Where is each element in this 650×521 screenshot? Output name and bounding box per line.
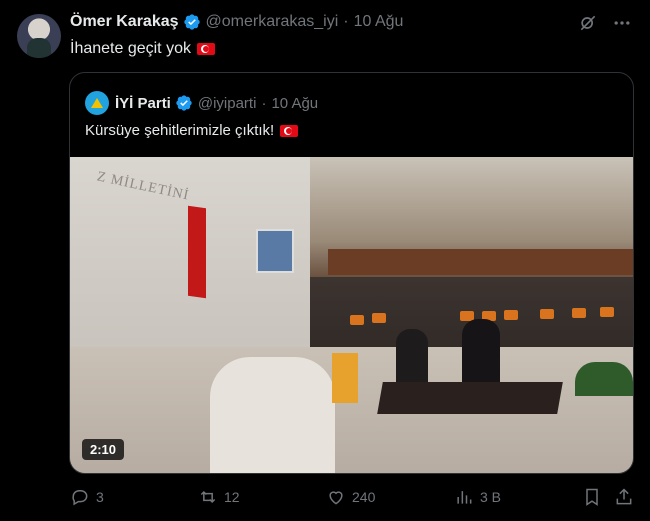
quoted-author-handle[interactable]: @iyiparti bbox=[198, 95, 257, 112]
tweet-text-content: İhanete geçit yok bbox=[70, 40, 191, 57]
quoted-tweet-header: İYİ Parti @iyiparti · 10 Ağu bbox=[85, 91, 318, 115]
tweet-text: İhanete geçit yok bbox=[70, 40, 215, 58]
video-scene-screen bbox=[256, 229, 294, 273]
video-scene-seat bbox=[350, 315, 364, 325]
views-count: 3 B bbox=[480, 489, 502, 505]
reply-icon bbox=[72, 490, 88, 506]
video-scene-seat bbox=[504, 310, 518, 320]
video-scene-seat bbox=[372, 313, 386, 323]
reply-count: 3 bbox=[96, 489, 104, 505]
video-scene-person bbox=[462, 319, 500, 387]
views-button[interactable]: 3 B bbox=[454, 485, 501, 509]
verified-badge-icon bbox=[175, 94, 193, 112]
retweet-button[interactable]: 12 bbox=[198, 485, 240, 509]
quoted-tweet-text-content: Kürsüye şehitlerimizle çıktık! bbox=[85, 122, 275, 139]
reply-button[interactable]: 3 bbox=[70, 485, 104, 509]
author-name[interactable]: Ömer Karakaş bbox=[70, 13, 179, 31]
verified-badge-icon bbox=[183, 13, 201, 31]
video-scene-seat bbox=[600, 307, 614, 317]
turkey-flag-icon bbox=[196, 43, 215, 55]
video-scene-plant bbox=[575, 362, 633, 396]
retweet-count: 12 bbox=[224, 489, 240, 505]
bookmark-icon bbox=[586, 488, 598, 506]
quoted-tweet[interactable]: İYİ Parti @iyiparti · 10 Ağu Kürsüye şeh… bbox=[69, 72, 634, 474]
quoted-tweet-text: Kürsüye şehitlerimizle çıktık! bbox=[85, 122, 299, 139]
quoted-tweet-date[interactable]: 10 Ağu bbox=[271, 95, 318, 112]
like-count: 240 bbox=[352, 489, 376, 505]
grok-icon[interactable] bbox=[578, 13, 598, 33]
video-scene-desk bbox=[377, 382, 563, 414]
share-button[interactable] bbox=[614, 485, 634, 509]
tweet-header: Ömer Karakaş @omerkarakas_iyi · 10 Ağu bbox=[70, 13, 403, 31]
author-handle[interactable]: @omerkarakas_iyi bbox=[206, 13, 339, 31]
video-duration-badge: 2:10 bbox=[82, 439, 125, 460]
tweet-actions: 3 12 240 3 B bbox=[70, 485, 635, 509]
top-actions bbox=[578, 13, 632, 33]
video-scene-podium bbox=[210, 357, 335, 473]
quoted-author-name[interactable]: İYİ Parti bbox=[115, 95, 171, 112]
separator-dot: · bbox=[261, 94, 267, 112]
video-scene-person bbox=[396, 329, 428, 389]
like-button[interactable]: 240 bbox=[326, 485, 375, 509]
turkey-flag-icon bbox=[280, 124, 299, 137]
retweet-icon bbox=[200, 490, 216, 504]
views-chart-icon bbox=[457, 491, 472, 504]
more-options-icon[interactable] bbox=[612, 13, 632, 33]
video-scene-seat bbox=[572, 308, 586, 318]
share-icon bbox=[616, 488, 632, 505]
quoted-author-avatar[interactable] bbox=[85, 91, 109, 115]
tweet-date[interactable]: 10 Ağu bbox=[354, 13, 404, 31]
video-scene-seat bbox=[540, 309, 554, 319]
author-avatar[interactable] bbox=[17, 14, 61, 58]
video-player[interactable]: Z MİLLETİNİ 2:10 bbox=[70, 157, 633, 473]
separator-dot: · bbox=[343, 13, 349, 30]
video-scene-gallery-rail bbox=[328, 249, 633, 275]
bookmark-button[interactable] bbox=[582, 485, 602, 509]
heart-icon bbox=[329, 491, 343, 505]
video-scene-flag bbox=[188, 205, 206, 299]
video-scene-podium-trim bbox=[332, 353, 358, 403]
